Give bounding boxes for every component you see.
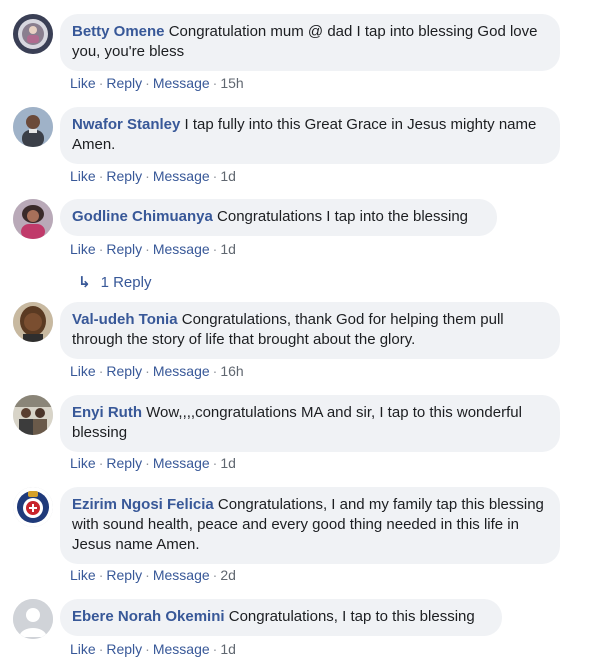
like-link[interactable]: Like [70, 363, 96, 379]
comment-time[interactable]: 1d [220, 641, 236, 657]
comment-author[interactable]: Godline Chimuanya [72, 208, 213, 225]
comment-time[interactable]: 1d [220, 455, 236, 471]
avatar[interactable] [13, 107, 53, 147]
reply-link[interactable]: Reply [106, 168, 142, 184]
comment-text: Congratulations I tap into the blessing [217, 208, 469, 225]
comment-actions: Like · Reply · Message · 1d [70, 241, 236, 257]
comment-text: Congratulations, I tap to this blessing [228, 608, 475, 625]
like-link[interactable]: Like [70, 241, 96, 257]
comment-actions: Like · Reply · Message · 2d [70, 567, 236, 583]
comment-bubble: Ebere Norah Okemini Congratulations, I t… [60, 599, 502, 636]
reply-link[interactable]: Reply [106, 75, 142, 91]
reply-arrow-icon: ↳ [78, 274, 91, 291]
avatar[interactable] [13, 395, 53, 435]
like-link[interactable]: Like [70, 567, 96, 583]
message-link[interactable]: Message [153, 641, 210, 657]
reply-link[interactable]: Reply [106, 567, 142, 583]
message-link[interactable]: Message [153, 75, 210, 91]
comment-bubble: Godline Chimuanya Congratulations I tap … [60, 199, 497, 236]
comment-time[interactable]: 1d [220, 168, 236, 184]
message-link[interactable]: Message [153, 241, 210, 257]
comment-bubble: Ezirim Ngosi Felicia Congratulations, I … [60, 487, 560, 564]
message-link[interactable]: Message [153, 168, 210, 184]
like-link[interactable]: Like [70, 641, 96, 657]
comment-time[interactable]: 2d [220, 567, 236, 583]
comment-actions: Like · Reply · Message · 1d [70, 455, 236, 471]
comment-author[interactable]: Ezirim Ngosi Felicia [72, 496, 214, 513]
avatar[interactable] [13, 302, 53, 342]
like-link[interactable]: Like [70, 168, 96, 184]
reply-link[interactable]: Reply [106, 241, 142, 257]
comment-bubble: Val-udeh Tonia Congratulations, thank Go… [60, 302, 560, 359]
avatar[interactable] [13, 487, 53, 527]
reply-link[interactable]: Reply [106, 641, 142, 657]
like-link[interactable]: Like [70, 455, 96, 471]
comment-actions: Like · Reply · Message · 1d [70, 168, 236, 184]
replies-count-label: 1 Reply [100, 274, 152, 291]
comment-time[interactable]: 1d [220, 241, 236, 257]
message-link[interactable]: Message [153, 567, 210, 583]
comment-bubble: Enyi Ruth Wow,,,,congratulations MA and … [60, 395, 560, 452]
comment-author[interactable]: Val-udeh Tonia [72, 311, 178, 328]
comment-author[interactable]: Ebere Norah Okemini [72, 608, 225, 625]
avatar[interactable] [13, 14, 53, 54]
reply-link[interactable]: Reply [106, 455, 142, 471]
reply-link[interactable]: Reply [106, 363, 142, 379]
comment-author[interactable]: Enyi Ruth [72, 404, 142, 421]
comment-time[interactable]: 15h [220, 75, 243, 91]
avatar[interactable] [13, 199, 53, 239]
like-link[interactable]: Like [70, 75, 96, 91]
comment-author[interactable]: Nwafor Stanley [72, 116, 180, 133]
message-link[interactable]: Message [153, 363, 210, 379]
comment-bubble: Betty Omene Congratulation mum @ dad I t… [60, 14, 560, 71]
comment-actions: Like · Reply · Message · 15h [70, 75, 244, 91]
comment-bubble: Nwafor Stanley I tap fully into this Gre… [60, 107, 560, 164]
comment-actions: Like · Reply · Message · 16h [70, 363, 244, 379]
message-link[interactable]: Message [153, 455, 210, 471]
avatar[interactable] [13, 599, 53, 639]
comment-time[interactable]: 16h [220, 363, 243, 379]
comment-actions: Like · Reply · Message · 1d [70, 641, 236, 657]
comment-author[interactable]: Betty Omene [72, 23, 165, 40]
view-replies-link[interactable]: ↳ 1 Reply [78, 274, 151, 292]
